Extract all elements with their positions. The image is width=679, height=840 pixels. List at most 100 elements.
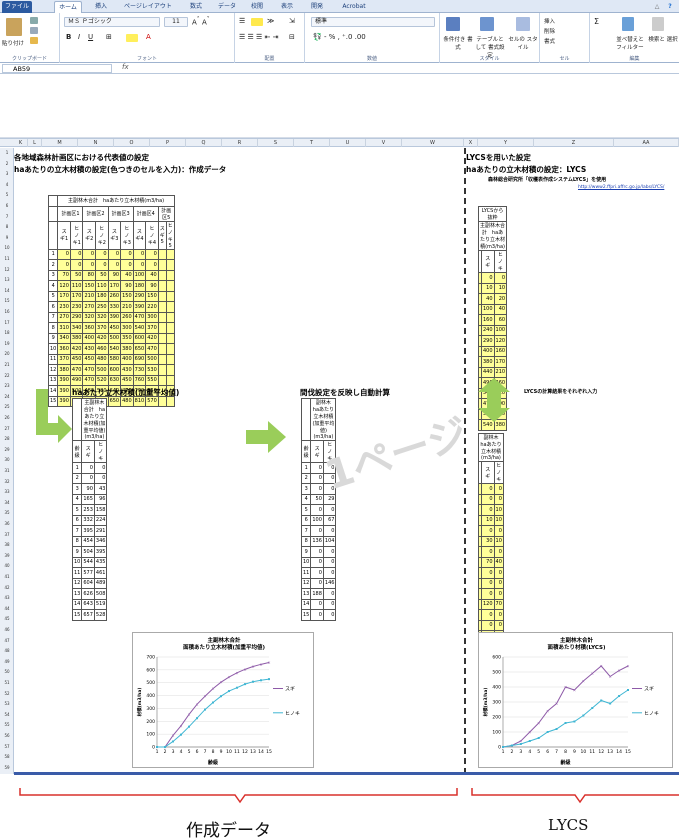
row-header[interactable]: 21	[0, 362, 14, 367]
table-cell[interactable]: 630	[107, 374, 122, 386]
table-cell[interactable]: 0	[95, 248, 109, 260]
table-cell[interactable]: ヒノキ	[493, 461, 504, 484]
table-cell[interactable]: 165	[81, 493, 95, 505]
row-header[interactable]: 20	[0, 351, 14, 356]
table-cell[interactable]	[157, 259, 167, 271]
table-cell[interactable]: 40	[145, 269, 159, 281]
row-header[interactable]: 40	[0, 563, 14, 568]
table-cell[interactable]: 0	[310, 483, 324, 495]
table-cell[interactable]: スギ3	[107, 220, 122, 250]
table-cell[interactable]: 0	[69, 259, 84, 271]
tab-acrobat[interactable]: Acrobat	[336, 1, 372, 13]
table-cell[interactable]: 320	[95, 311, 109, 323]
table-cell[interactable]: スギ5	[157, 220, 167, 250]
table-cell[interactable]: 9	[300, 546, 312, 558]
column-header[interactable]: Q	[186, 139, 222, 147]
table-cell[interactable]: 2	[71, 472, 83, 484]
align-top-icon[interactable]: ☰	[239, 17, 245, 25]
table-cell[interactable]	[165, 332, 175, 344]
table-cell[interactable]: 600	[132, 332, 147, 344]
table-cell[interactable]: 380	[120, 343, 134, 355]
table-cell[interactable]: 40	[120, 269, 134, 281]
table-cell[interactable]: 10	[493, 535, 504, 547]
table-cell[interactable]: 0	[310, 525, 324, 537]
table-cell[interactable]: 395	[81, 525, 95, 537]
table-cell[interactable]: 計画区4	[132, 205, 159, 222]
tab-file[interactable]: ファイル	[2, 1, 32, 13]
table-cell[interactable]	[165, 280, 175, 292]
row-header[interactable]: 1	[0, 150, 14, 155]
table-cell[interactable]: 副林木 haあたり立木材積(加重平均値)(m3/ha)	[310, 398, 337, 441]
table-cell[interactable]: ヒノキ1	[69, 220, 84, 250]
row-header[interactable]: 25	[0, 404, 14, 409]
column-header[interactable]: N	[78, 139, 114, 147]
table-cell[interactable]: 0	[481, 525, 495, 537]
table-cell[interactable]: 430	[120, 364, 134, 376]
table-cell[interactable]: 435	[93, 556, 108, 568]
table-cell[interactable]: 12	[71, 577, 83, 589]
conditional-format-label[interactable]: 条件付き 書式	[441, 35, 475, 51]
table-cell[interactable]: 519	[93, 598, 108, 610]
row-header[interactable]: 44	[0, 606, 14, 611]
table-cell[interactable]: 1	[47, 248, 59, 260]
table-cell[interactable]: 150	[145, 290, 159, 302]
table-cell[interactable]: 12	[300, 577, 312, 589]
row-header[interactable]: 51	[0, 680, 14, 685]
table-cell[interactable]: 副林木 haあたり立木材積(m3/ha)	[478, 433, 504, 462]
table-cell[interactable]: 計画区3	[107, 205, 134, 222]
column-header[interactable]: K	[14, 139, 28, 147]
sort-filter-label[interactable]: 並べ替えと フィルター	[614, 35, 646, 51]
row-header[interactable]: 47	[0, 638, 14, 643]
table-cell[interactable]: 10	[481, 514, 495, 526]
table-cell[interactable]: 224	[93, 514, 108, 526]
table-cell[interactable]: 291	[93, 525, 108, 537]
row-header[interactable]: 59	[0, 765, 14, 770]
table-cell[interactable]: 20	[493, 293, 508, 305]
row-header[interactable]: 24	[0, 394, 14, 399]
table-cell[interactable]: 180	[132, 280, 147, 292]
table-cell[interactable]: 0	[82, 248, 96, 260]
table-cell[interactable]: 430	[82, 343, 96, 355]
table-cell[interactable]: 0	[493, 483, 504, 495]
table-cell[interactable]	[47, 195, 59, 207]
paste-label[interactable]: 貼り付け	[2, 39, 24, 47]
table-cell[interactable]	[157, 280, 167, 292]
table-cell[interactable]: 210	[493, 366, 508, 378]
table-cell[interactable]: 0	[493, 493, 504, 505]
table-cell[interactable]: 0	[310, 577, 324, 589]
row-header[interactable]: 36	[0, 521, 14, 526]
table-cell[interactable]: 470	[145, 343, 159, 355]
table-cell[interactable]: 4	[71, 493, 83, 505]
table-cell[interactable]: 454	[81, 535, 95, 547]
table-cell[interactable]	[165, 248, 175, 260]
table-cell[interactable]: 0	[322, 504, 337, 516]
row-header[interactable]: 57	[0, 744, 14, 749]
table-cell[interactable]	[157, 311, 167, 323]
table-cell[interactable]: 380	[69, 332, 84, 344]
table-cell[interactable]: 0	[493, 609, 504, 621]
column-header[interactable]: Z	[534, 139, 614, 147]
table-cell[interactable]: 626	[81, 588, 95, 600]
table-cell[interactable]: 0	[81, 462, 95, 474]
table-cell[interactable]: 760	[132, 374, 147, 386]
table-cell[interactable]: ヒノキ5	[165, 220, 175, 250]
table-cell[interactable]: ヒノキ4	[145, 220, 159, 250]
table-cell[interactable]: 2	[300, 472, 312, 484]
table-cell[interactable]: 0	[81, 472, 95, 484]
row-header[interactable]: 27	[0, 426, 14, 431]
table-cell[interactable]: 0	[322, 567, 337, 579]
table-cell[interactable]: 146	[322, 577, 337, 589]
table-cell[interactable]: 104	[322, 535, 337, 547]
table-cell[interactable]	[157, 343, 167, 355]
table-cell[interactable]: 220	[145, 301, 159, 313]
table-cell[interactable]: 136	[310, 535, 324, 547]
font-color-icon[interactable]: A	[146, 33, 151, 41]
row-header[interactable]: 4	[0, 182, 14, 187]
table-cell[interactable]: 0	[481, 546, 495, 558]
table-cell[interactable]: 120	[481, 598, 495, 610]
table-cell[interactable]: 260	[120, 311, 134, 323]
table-cell[interactable]	[165, 259, 175, 271]
table-cell[interactable]: スギ	[481, 250, 495, 273]
table-cell[interactable]: 160	[493, 345, 508, 357]
table-cell[interactable]: 主副林木合計 haあたり立木材積(加重平均値)(m3/ha)	[81, 398, 108, 441]
